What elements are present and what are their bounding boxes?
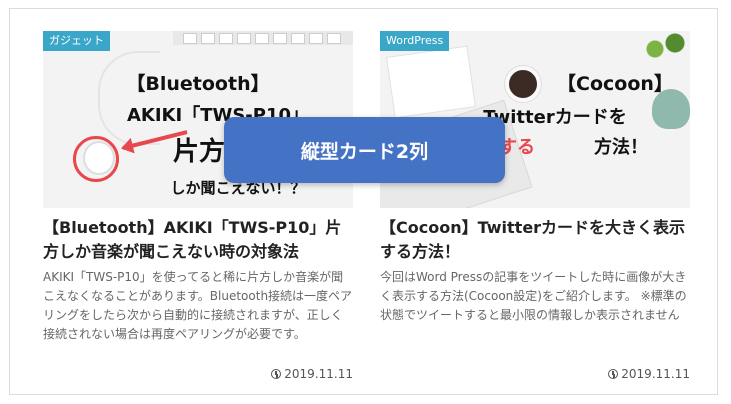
article-title[interactable]: 【Bluetooth】AKIKI「TWS-P10」片方しか音楽が聞こえない時の対…	[43, 216, 353, 264]
post-date: 2019.11.11	[608, 367, 690, 381]
plant-illustration	[640, 31, 690, 61]
article-title[interactable]: 【Cocoon】Twitterカードを大きく表示する方法！	[380, 216, 690, 264]
thumb-text-line-4: 方法！	[594, 137, 648, 158]
article-snippet: AKIKI「TWS-P10」を使ってると稀に片方しか音楽が聞こえなくなることがあ…	[43, 270, 353, 341]
earphone-cable-illustration	[98, 51, 160, 145]
post-date: 2019.11.11	[271, 367, 353, 381]
clock-icon	[608, 369, 619, 379]
post-date-text: 2019.11.11	[621, 367, 690, 381]
post-date-text: 2019.11.11	[284, 367, 353, 381]
article-snippet: 今回はWord Pressの記事をツイートした時に画像が大きく表示する方法(Co…	[380, 270, 687, 322]
highlight-circle	[73, 136, 119, 182]
layout-label-text: 縦型カード2列	[300, 140, 429, 163]
layout-label-banner: 縦型カード2列	[224, 117, 505, 183]
category-badge[interactable]: ガジェット	[43, 31, 110, 51]
clock-icon	[271, 369, 282, 379]
thumb-text-line-1: 【Bluetooth】	[126, 73, 270, 95]
thumb-text-line-1: 【Cocoon】	[557, 73, 673, 95]
keyboard-illustration	[173, 31, 353, 45]
article-card-bluetooth[interactable]: 【Bluetooth】 AKIKI「TWS-P10」 片方し しか聞こえない！？…	[43, 31, 353, 381]
category-badge[interactable]: WordPress	[380, 31, 450, 51]
